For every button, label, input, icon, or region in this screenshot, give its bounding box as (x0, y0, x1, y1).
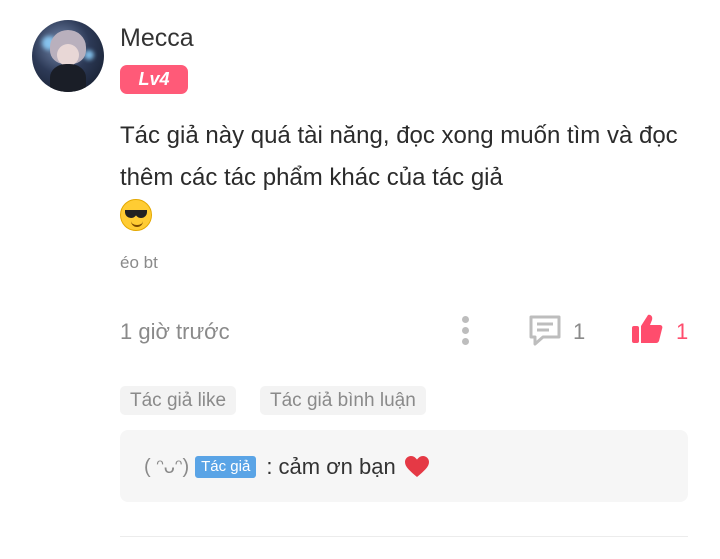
timestamp: 1 giờ trước (120, 319, 230, 344)
level-badge: Lv4 (120, 65, 188, 94)
reply-line: ( ᵔᴗᵔ) Tác giả : cảm ơn bạn (144, 454, 430, 480)
sunglasses-emoji-icon (120, 199, 152, 231)
comment-icon[interactable] (528, 314, 562, 346)
like-count: 1 (676, 319, 689, 344)
reply-count: 1 (573, 319, 586, 344)
red-heart-icon (404, 456, 429, 477)
author-badge: Tác giả (195, 456, 257, 478)
tag-author-comment: Tác giả bình luận (260, 386, 426, 415)
comment-text: Tác giả này quá tài năng, đọc xong muốn … (120, 122, 678, 191)
avatar-body (50, 64, 86, 92)
comment-subtext: éo bt (120, 253, 158, 272)
user-avatar[interactable] (32, 20, 104, 92)
username[interactable]: Mecca (120, 24, 194, 53)
more-vertical-icon[interactable] (459, 314, 473, 348)
reply-author-name[interactable]: ( ᵔᴗᵔ) (144, 456, 189, 479)
author-reply[interactable]: ( ᵔᴗᵔ) Tác giả : cảm ơn bạn (120, 430, 688, 502)
avatar-face (57, 44, 79, 66)
tag-author-like: Tác giả like (120, 386, 237, 415)
thumbs-up-icon[interactable] (630, 312, 664, 346)
divider (120, 536, 688, 537)
reply-text: : cảm ơn bạn (266, 454, 396, 479)
